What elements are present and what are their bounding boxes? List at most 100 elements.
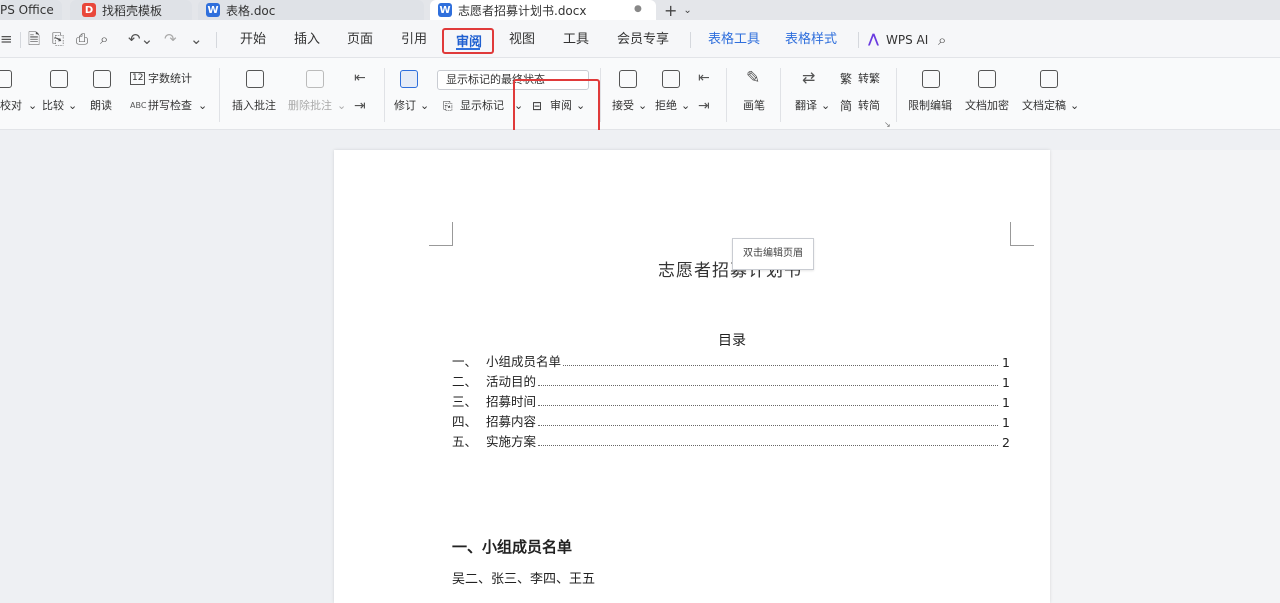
menu-insert[interactable]: 插入: [294, 30, 320, 50]
toc-item[interactable]: 五、 实施方案 2: [452, 430, 1010, 450]
redo-icon[interactable]: ↷: [164, 29, 177, 49]
previous-comment-icon[interactable]: ⇤: [354, 70, 366, 86]
revise-button[interactable]: 修订: [394, 99, 416, 113]
menu-wps-ai[interactable]: WPS AI: [886, 30, 928, 50]
translate-button[interactable]: 翻译: [795, 99, 817, 113]
reject-button[interactable]: 拒绝: [655, 99, 677, 113]
word-count-button[interactable]: 字数统计: [148, 72, 192, 86]
pen-icon[interactable]: ✎: [746, 68, 760, 88]
accept-button[interactable]: 接受: [612, 99, 634, 113]
encrypt-icon[interactable]: [978, 70, 996, 88]
menu-start[interactable]: 开始: [240, 30, 266, 50]
divider: [896, 68, 897, 122]
delete-comment-button[interactable]: 删除批注: [288, 99, 332, 113]
tab-templates[interactable]: D 找稻壳模板: [70, 0, 192, 20]
toc-item[interactable]: 三、 招募时间 1: [452, 390, 1010, 410]
accept-icon[interactable]: [619, 70, 637, 88]
compare-dropdown-icon[interactable]: ⌄: [68, 99, 77, 113]
proofread-button[interactable]: 校对: [0, 99, 22, 113]
spell-check-button[interactable]: 拼写检查: [148, 99, 192, 113]
word-doc-icon: W: [438, 3, 452, 17]
document-page[interactable]: 志愿者招募计划书 双击编辑页眉 目录 一、 小组成员名单 1 二、 活动目的 1…: [334, 150, 1050, 603]
menu-review[interactable]: 审阅: [442, 28, 494, 54]
divider: [384, 68, 385, 122]
new-tab-button[interactable]: + ⌄: [664, 0, 692, 20]
menu-review-label: 审阅: [456, 35, 483, 50]
chevron-down-icon[interactable]: ⌄: [683, 5, 691, 16]
reject-dropdown-icon[interactable]: ⌄: [681, 99, 690, 113]
toc-item-number: 四、: [452, 414, 478, 429]
tab-active-label: 志愿者招募计划书.docx: [458, 3, 587, 18]
revise-icon[interactable]: [400, 70, 418, 88]
toc-item-number: 一、: [452, 354, 478, 369]
accept-dropdown-icon[interactable]: ⌄: [638, 99, 647, 113]
previous-change-icon[interactable]: ⇤: [698, 70, 710, 86]
tab-biaoge-doc[interactable]: W 表格.doc: [198, 0, 424, 20]
restrict-edit-button[interactable]: 限制编辑: [908, 99, 952, 113]
insert-comment-button[interactable]: 插入批注: [232, 99, 276, 113]
undo-icon[interactable]: ↶⌄: [128, 29, 153, 49]
read-aloud-icon[interactable]: [93, 70, 111, 88]
file-menu-icon[interactable]: ≡: [0, 29, 13, 49]
proofread-icon[interactable]: [0, 70, 12, 88]
delete-comment-dropdown-icon[interactable]: ⌄: [337, 99, 346, 113]
show-marks-button[interactable]: 显示标记: [460, 99, 504, 113]
tab-wps-office[interactable]: PS Office: [0, 0, 62, 20]
word-count-icon: 12: [130, 72, 146, 85]
toc-dot-leader: [538, 425, 998, 426]
to-traditional-icon: 繁: [840, 72, 853, 86]
quick-access-dropdown-icon[interactable]: ⌄: [190, 29, 203, 49]
pen-button[interactable]: 画笔: [743, 99, 765, 113]
menu-page[interactable]: 页面: [347, 30, 373, 50]
revise-dropdown-icon[interactable]: ⌄: [420, 99, 429, 113]
toc-item-number: 五、: [452, 434, 478, 449]
to-traditional-button[interactable]: 转繁: [858, 72, 880, 86]
toc-item[interactable]: 四、 招募内容 1: [452, 410, 1010, 430]
toc-item[interactable]: 一、 小组成员名单 1: [452, 350, 1010, 370]
menu-member[interactable]: 会员专享: [617, 30, 669, 50]
finalize-icon[interactable]: [1040, 70, 1058, 88]
next-comment-icon[interactable]: ⇥: [354, 98, 366, 114]
menu-table-style[interactable]: 表格样式: [785, 30, 837, 50]
toc-item-text: 招募时间: [486, 394, 537, 409]
divider: [20, 32, 21, 48]
menu-tools[interactable]: 工具: [563, 30, 589, 50]
translate-dropdown-icon[interactable]: ⌄: [821, 99, 830, 113]
menu-table-tools[interactable]: 表格工具: [708, 30, 760, 50]
export-pdf-icon[interactable]: ⎘: [52, 29, 64, 49]
next-change-icon[interactable]: ⇥: [698, 98, 710, 114]
toc-dot-leader: [538, 445, 998, 446]
toc-item[interactable]: 二、 活动目的 1: [452, 370, 1010, 390]
wps-ai-logo-icon: ⋀: [868, 32, 879, 47]
finalize-button[interactable]: 文档定稿: [1022, 99, 1066, 113]
toc-item-page: 1: [1002, 415, 1010, 430]
page-corner-mark: [1010, 222, 1034, 246]
compare-button[interactable]: 比较: [42, 99, 64, 113]
toc-item-page: 1: [1002, 355, 1010, 370]
insert-comment-icon[interactable]: [246, 70, 264, 88]
menu-reference[interactable]: 引用: [401, 30, 427, 50]
print-icon[interactable]: ⎙: [76, 29, 88, 49]
finalize-dropdown-icon[interactable]: ⌄: [1070, 99, 1079, 113]
search-icon[interactable]: ⌕: [938, 30, 946, 50]
tab-active-document[interactable]: W 志愿者招募计划书.docx ●: [430, 0, 656, 20]
show-marks-icon: ⎘: [443, 99, 453, 113]
divider: [690, 32, 691, 48]
reject-icon[interactable]: [662, 70, 680, 88]
print-preview-icon[interactable]: ⌕: [100, 29, 108, 49]
divider: [219, 68, 220, 122]
translate-icon[interactable]: ⇄: [802, 68, 815, 87]
proofread-dropdown-icon[interactable]: ⌄: [28, 99, 37, 113]
encrypt-button[interactable]: 文档加密: [965, 99, 1009, 113]
save-icon[interactable]: 🗎: [28, 29, 40, 49]
spell-check-dropdown-icon[interactable]: ⌄: [198, 99, 207, 113]
delete-comment-icon[interactable]: [306, 70, 324, 88]
compare-icon[interactable]: [50, 70, 68, 88]
restrict-edit-icon[interactable]: [922, 70, 940, 88]
menu-view[interactable]: 视图: [509, 30, 535, 50]
unsaved-dot-icon[interactable]: ●: [634, 4, 642, 14]
to-simplified-button[interactable]: 转简: [858, 99, 880, 113]
read-aloud-button[interactable]: 朗读: [90, 99, 112, 113]
tab-wps-office-label: PS Office: [0, 3, 54, 17]
to-simplified-icon: 简: [840, 99, 853, 113]
